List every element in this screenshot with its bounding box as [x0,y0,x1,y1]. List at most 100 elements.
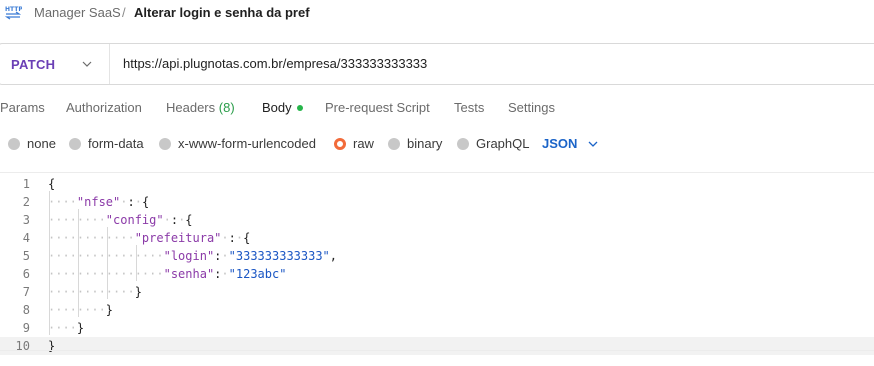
line-number: 4 [22,231,30,245]
line-number: 9 [22,321,30,335]
code-text: } [48,337,55,355]
line-number: 8 [22,303,30,317]
code-editor[interactable]: 1{2 ····"nfse"·:·{3 ········"config"·:·{4 ·… [0,173,874,355]
whitespace-marker: ········ [48,303,106,317]
whitespace-marker: ········ [48,213,106,227]
whitespace-marker: · [221,249,229,263]
radio-circle[interactable] [159,137,171,150]
breadcrumb-separator: / [122,5,126,20]
line-number: 2 [22,195,30,209]
tab-headers[interactable]: Headers (8) [166,100,235,115]
code-line[interactable]: 9 ····} [0,319,874,337]
line-number: 1 [22,177,30,191]
method-select[interactable]: PATCH [11,57,55,72]
breadcrumb: HTTP Manager SaaS / Alterar login e senh… [0,0,874,26]
radio-label: form-data [88,136,144,151]
radio-label: x-www-form-urlencoded [178,136,316,151]
json-punctuation: : [127,195,135,209]
tab-headers-label: Headers [166,100,216,115]
code-text: ············} [48,283,142,301]
code-line[interactable]: 10} [0,337,874,355]
radio-circle[interactable] [69,137,81,150]
tab-settings[interactable]: Settings [508,100,555,115]
tab-pre-request-script[interactable]: Pre-request Script [325,100,430,115]
code-line[interactable]: 3 ········"config"·:·{ [0,211,874,229]
body-status-dot [296,104,303,111]
radio-circle[interactable] [457,137,469,150]
json-punctuation: : [228,231,236,245]
url-input[interactable] [123,56,823,71]
json-key: "senha" [163,267,215,281]
code-text: ····} [48,319,84,337]
tab-body[interactable]: Body [262,100,303,115]
json-key: "nfse" [76,195,121,209]
headers-count: (8) [218,100,235,115]
whitespace-marker: ············ [48,285,135,299]
radio-label: none [27,136,56,151]
radio-binary[interactable]: binary [388,136,442,151]
json-punctuation: } [134,285,142,299]
chevron-down-icon [588,141,598,147]
tab-tests[interactable]: Tests [454,100,484,115]
code-line[interactable]: 4 ············"prefeitura"·:·{ [0,229,874,247]
code-line[interactable]: 5 ················"login":·"333333333333"… [0,247,874,265]
radio-raw[interactable]: raw [334,136,374,151]
json-punctuation: } [105,303,114,317]
json-punctuation: { [141,195,150,209]
code-line[interactable]: 1{ [0,175,874,193]
json-punctuation: , [329,249,338,263]
language-select[interactable]: JSON [542,136,599,151]
line-number: 7 [22,285,30,299]
code-line[interactable]: 2 ····"nfse"·:·{ [0,193,874,211]
whitespace-marker: · [163,213,171,227]
json-key: "prefeitura" [134,231,222,245]
http-request-icon: HTTP [4,6,22,20]
tab-body-label: Body [262,100,292,115]
whitespace-marker: ················ [48,267,164,281]
line-number: 3 [22,213,30,227]
json-punctuation: } [76,321,85,335]
json-string: "123abc" [228,267,287,281]
whitespace-marker: · [221,267,229,281]
code-text: ········"config"·:·{ [48,211,193,229]
code-text: ············"prefeitura"·:·{ [48,229,250,247]
line-number: 6 [22,267,30,281]
radio-circle[interactable] [8,137,20,150]
code-text: ····"nfse"·:·{ [48,193,149,211]
radio-graphql[interactable]: GraphQL [457,136,529,151]
radio-label: binary [407,136,443,151]
radio-x-www-form-urlencoded[interactable]: x-www-form-urlencoded [159,136,316,151]
divider [0,350,874,351]
radio-form-data[interactable]: form-data [69,136,144,151]
code-line[interactable]: 8 ········} [0,301,874,319]
request-name[interactable]: Alterar login e senha da pref [134,5,310,20]
tab-params[interactable]: Params [0,100,45,115]
request-url-bar: PATCH [0,43,874,85]
json-punctuation: : [170,213,179,227]
code-line[interactable]: 7 ············} [0,283,874,301]
chevron-down-icon[interactable] [81,58,93,70]
whitespace-marker: ················ [48,249,164,263]
whitespace-marker: ···· [48,321,77,335]
divider [109,44,110,84]
code-line[interactable]: 6 ················"senha":·"123abc" [0,265,874,283]
json-string: "333333333333" [228,249,330,263]
whitespace-marker: · [221,231,229,245]
code-text: ················"senha":·"123abc" [48,265,286,283]
json-punctuation: { [48,177,56,191]
json-punctuation: { [185,213,193,227]
radio-circle[interactable] [388,137,400,150]
language-label: JSON [542,136,578,151]
whitespace-marker: ············ [48,231,135,245]
breadcrumb-collection[interactable]: Manager SaaS [34,5,121,20]
radio-label: GraphQL [476,136,530,151]
tab-authorization[interactable]: Authorization [66,100,142,115]
code-text: { [48,175,55,193]
radio-none[interactable]: none [8,136,56,151]
whitespace-marker: ···· [48,195,77,209]
radio-circle-selected[interactable] [334,137,346,150]
code-text: ················"login":·"333333333333", [48,247,337,265]
code-text: ········} [48,301,113,319]
whitespace-marker: · [134,195,142,209]
line-number: 5 [22,249,30,263]
